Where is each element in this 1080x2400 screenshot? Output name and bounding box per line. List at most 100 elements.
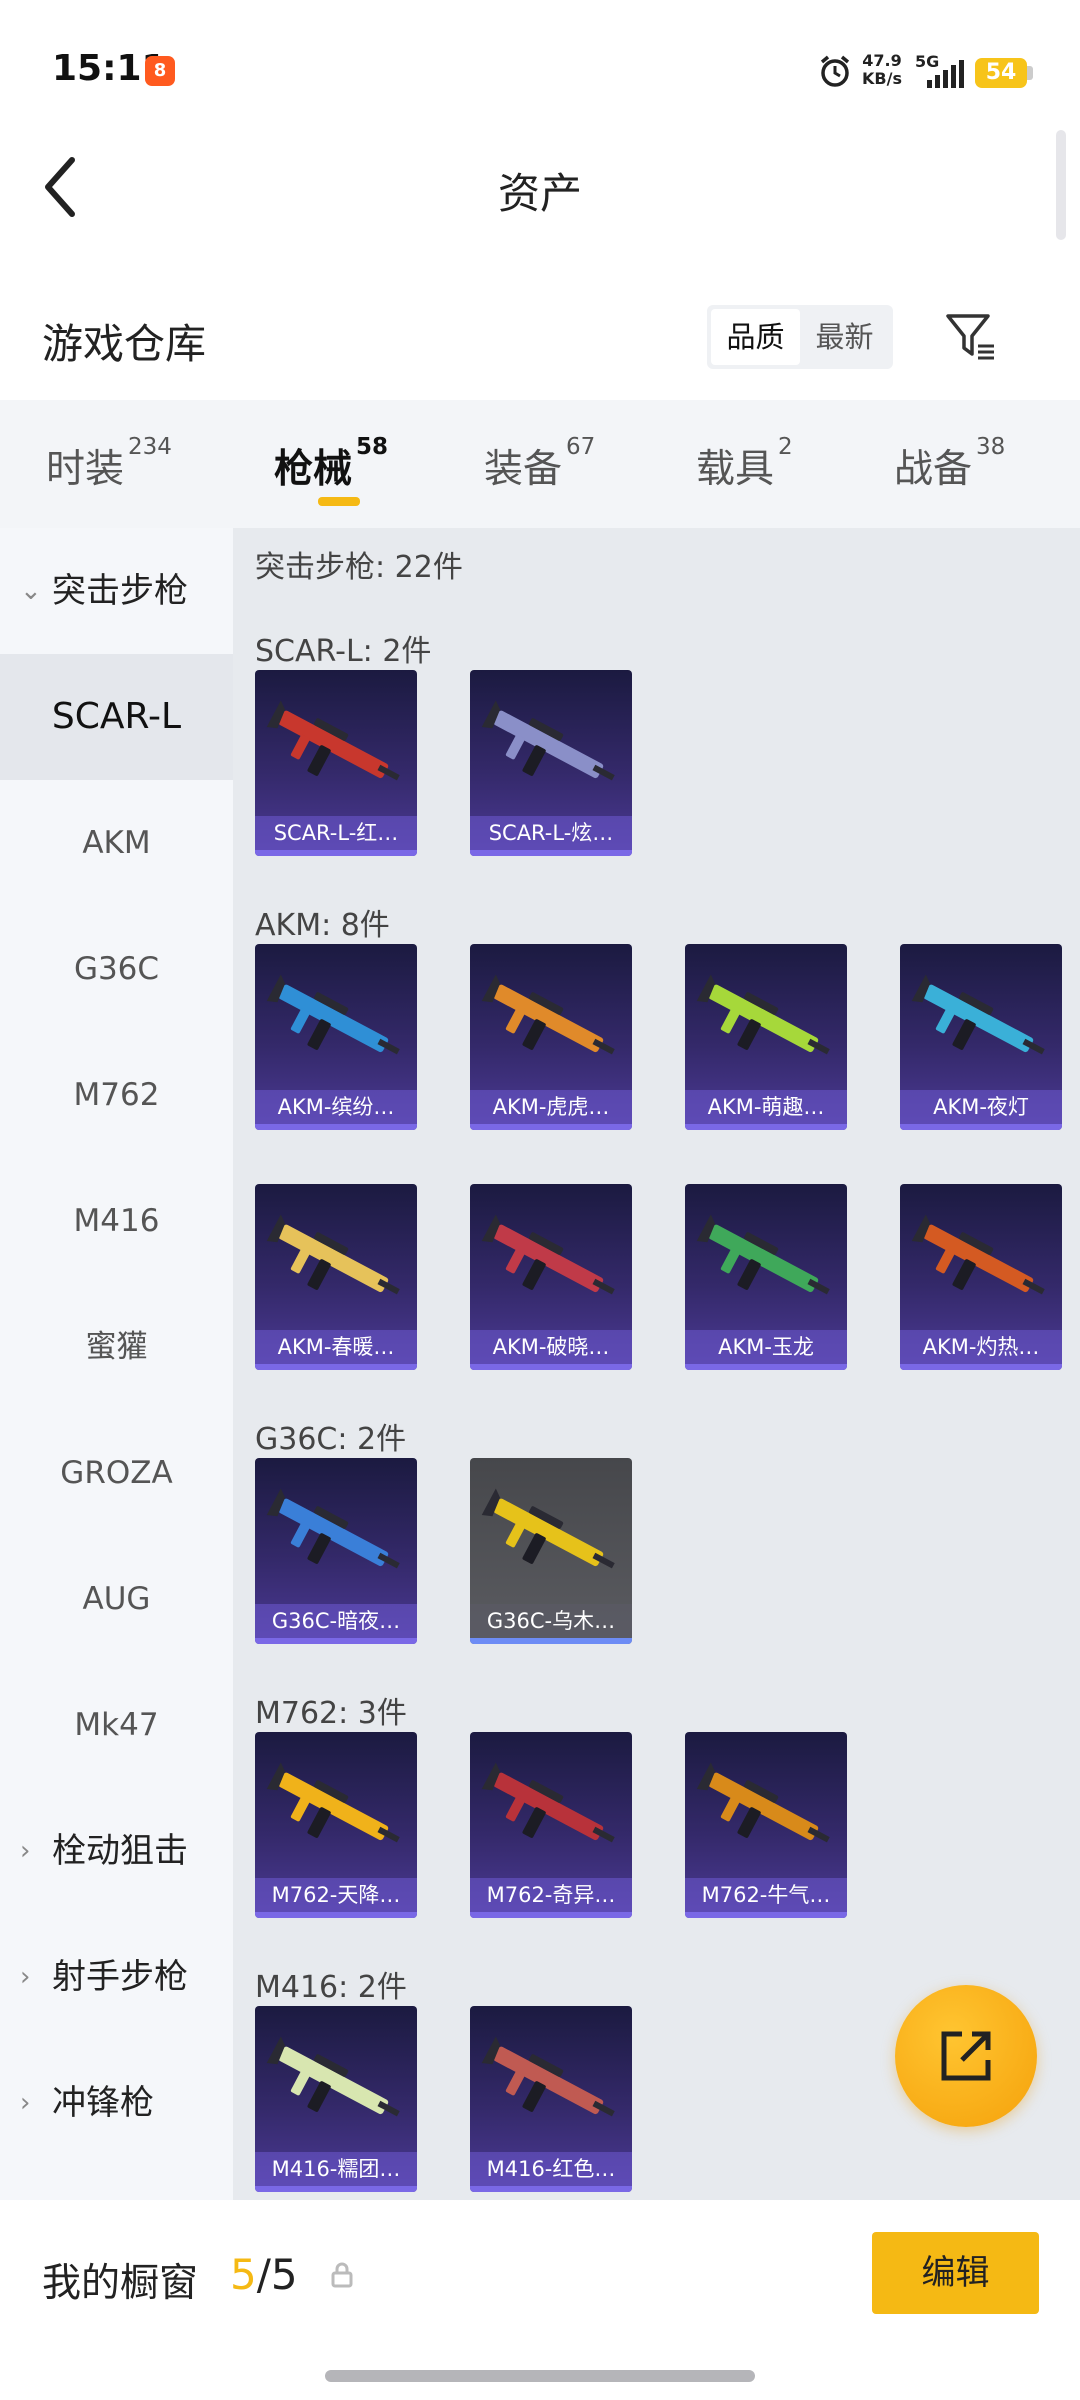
weapon-name: AKM-春暖…: [255, 1330, 417, 1364]
active-tab-indicator: [318, 497, 360, 506]
weapon-name: M762-天降…: [255, 1878, 417, 1912]
lock-icon: [331, 2262, 353, 2288]
weapon-card[interactable]: AKM-萌趣…: [685, 944, 847, 1130]
weapon-image: [480, 1194, 622, 1330]
weapon-name: AKM-缤纷…: [255, 1090, 417, 1124]
weapon-image: [910, 954, 1052, 1090]
weapon-card[interactable]: AKM-灼热…: [900, 1184, 1062, 1370]
sidebar-item-label: M762: [73, 1077, 160, 1113]
quality-bar: [470, 2186, 632, 2192]
weapon-image: [480, 954, 622, 1090]
sidebar-item-label: 突击步枪: [52, 571, 188, 611]
weapon-image: [265, 2016, 407, 2152]
quality-bar: [470, 1638, 632, 1644]
tab-label: 时装: [46, 447, 125, 492]
weapon-image: [480, 1468, 622, 1604]
weapon-card[interactable]: G36C-乌木…: [470, 1458, 632, 1644]
weapon-image: [265, 954, 407, 1090]
tab-firearms[interactable]: 枪械 58: [274, 434, 388, 494]
weapon-name: AKM-虎虎…: [470, 1090, 632, 1124]
weapon-name: SCAR-L-炫…: [470, 816, 632, 850]
quality-bar: [470, 1912, 632, 1918]
tab-vehicles[interactable]: 载具 2: [696, 434, 793, 494]
weapon-card[interactable]: AKM-破晓…: [470, 1184, 632, 1370]
sidebar-item[interactable]: Mk47: [0, 1662, 233, 1788]
quality-bar: [685, 1124, 847, 1130]
tab-count: 234: [128, 434, 172, 460]
warehouse-title: 游戏仓库: [42, 320, 206, 368]
weapon-image: [265, 1468, 407, 1604]
tab-label: 载具: [696, 447, 775, 492]
weapon-card[interactable]: SCAR-L-红…: [255, 670, 417, 856]
weapon-card[interactable]: M416-糯团…: [255, 2006, 417, 2192]
quality-bar: [255, 1364, 417, 1370]
signal-icon: [927, 60, 964, 88]
share-button[interactable]: [895, 1985, 1037, 2127]
weapon-card[interactable]: G36C-暗夜…: [255, 1458, 417, 1644]
tab-count: 58: [356, 434, 389, 460]
weapon-card[interactable]: AKM-春暖…: [255, 1184, 417, 1370]
tab-fashion[interactable]: 时装 234: [46, 434, 172, 494]
sidebar-item[interactable]: 蜜獾: [0, 1284, 233, 1410]
tab-supplies[interactable]: 战备 38: [894, 434, 1005, 494]
sidebar-item[interactable]: M762: [0, 1032, 233, 1158]
weapon-image: [265, 680, 407, 816]
weapon-grid: 突击步枪: 22件 SCAR-L: 2件 SCAR-L-红… SCAR-L-炫… AKM…: [233, 528, 1080, 2200]
weapon-card[interactable]: AKM-虎虎…: [470, 944, 632, 1130]
weapon-image: [910, 1194, 1052, 1330]
tab-count: 38: [976, 434, 1006, 460]
weapon-name: AKM-破晓…: [470, 1330, 632, 1364]
sidebar-item[interactable]: AKM: [0, 780, 233, 906]
weapon-name: SCAR-L-红…: [255, 816, 417, 850]
edit-button[interactable]: 编辑: [872, 2232, 1039, 2314]
sidebar-item[interactable]: GROZA: [0, 1410, 233, 1536]
network-speed: 47.9 KB/s: [862, 52, 902, 88]
weapon-card[interactable]: AKM-夜灯: [900, 944, 1062, 1130]
filter-icon[interactable]: [944, 310, 998, 364]
top-header: 资产: [0, 130, 1080, 250]
sidebar-item-label: Mk47: [74, 1707, 159, 1743]
sidebar-item[interactable]: SCAR-L: [0, 654, 233, 780]
weapon-image: [695, 1194, 837, 1330]
tab-label: 战备: [894, 447, 973, 492]
quality-bar: [255, 850, 417, 856]
sidebar-item-label: M416: [73, 1203, 160, 1239]
weapon-card[interactable]: M762-牛气…: [685, 1732, 847, 1918]
weapon-name: AKM-夜灯: [900, 1090, 1062, 1124]
sidebar-item[interactable]: ⌄ 突击步枪: [0, 528, 233, 654]
quality-bar: [900, 1364, 1062, 1370]
weapon-card[interactable]: M762-天降…: [255, 1732, 417, 1918]
weapon-name: M762-奇异…: [470, 1878, 632, 1912]
tab-count: 67: [566, 434, 596, 460]
sidebar-item-label: 栓动狙击: [52, 1831, 188, 1871]
weapon-card[interactable]: SCAR-L-炫…: [470, 670, 632, 856]
sort-option-newest[interactable]: 最新: [800, 309, 889, 365]
speed-unit: KB/s: [862, 69, 902, 88]
section-label: SCAR-L: 2件: [255, 634, 432, 669]
sidebar-item-label: 冲锋枪: [52, 2083, 154, 2123]
sidebar-item[interactable]: AUG: [0, 1536, 233, 1662]
tab-label: 枪械: [274, 447, 353, 492]
sidebar-item[interactable]: › 栓动狙击: [0, 1788, 233, 1914]
weapon-card[interactable]: AKM-缤纷…: [255, 944, 417, 1130]
home-indicator[interactable]: [325, 2370, 755, 2382]
section-label: AKM: 8件: [255, 908, 390, 943]
tab-label: 装备: [484, 447, 563, 492]
sidebar-item[interactable]: G36C: [0, 906, 233, 1032]
scroll-indicator[interactable]: [1056, 130, 1066, 240]
page-title: 资产: [497, 169, 582, 218]
quality-bar: [255, 1912, 417, 1918]
quality-bar: [255, 1638, 417, 1644]
sidebar-item[interactable]: › 射手步枪: [0, 1914, 233, 2040]
showcase-count: 5/5: [230, 2250, 298, 2299]
weapon-card[interactable]: M762-奇异…: [470, 1732, 632, 1918]
section-label: M416: 2件: [255, 1970, 407, 2005]
weapon-card[interactable]: M416-红色…: [470, 2006, 632, 2192]
weapon-card[interactable]: AKM-玉龙: [685, 1184, 847, 1370]
tab-equipment[interactable]: 装备 67: [484, 434, 595, 494]
sidebar-item[interactable]: M416: [0, 1158, 233, 1284]
sidebar-item-label: GROZA: [60, 1455, 173, 1491]
sidebar-item[interactable]: › 冲锋枪: [0, 2040, 233, 2166]
section-label: 突击步枪: 22件: [255, 550, 463, 585]
sort-option-quality[interactable]: 品质: [711, 309, 800, 365]
